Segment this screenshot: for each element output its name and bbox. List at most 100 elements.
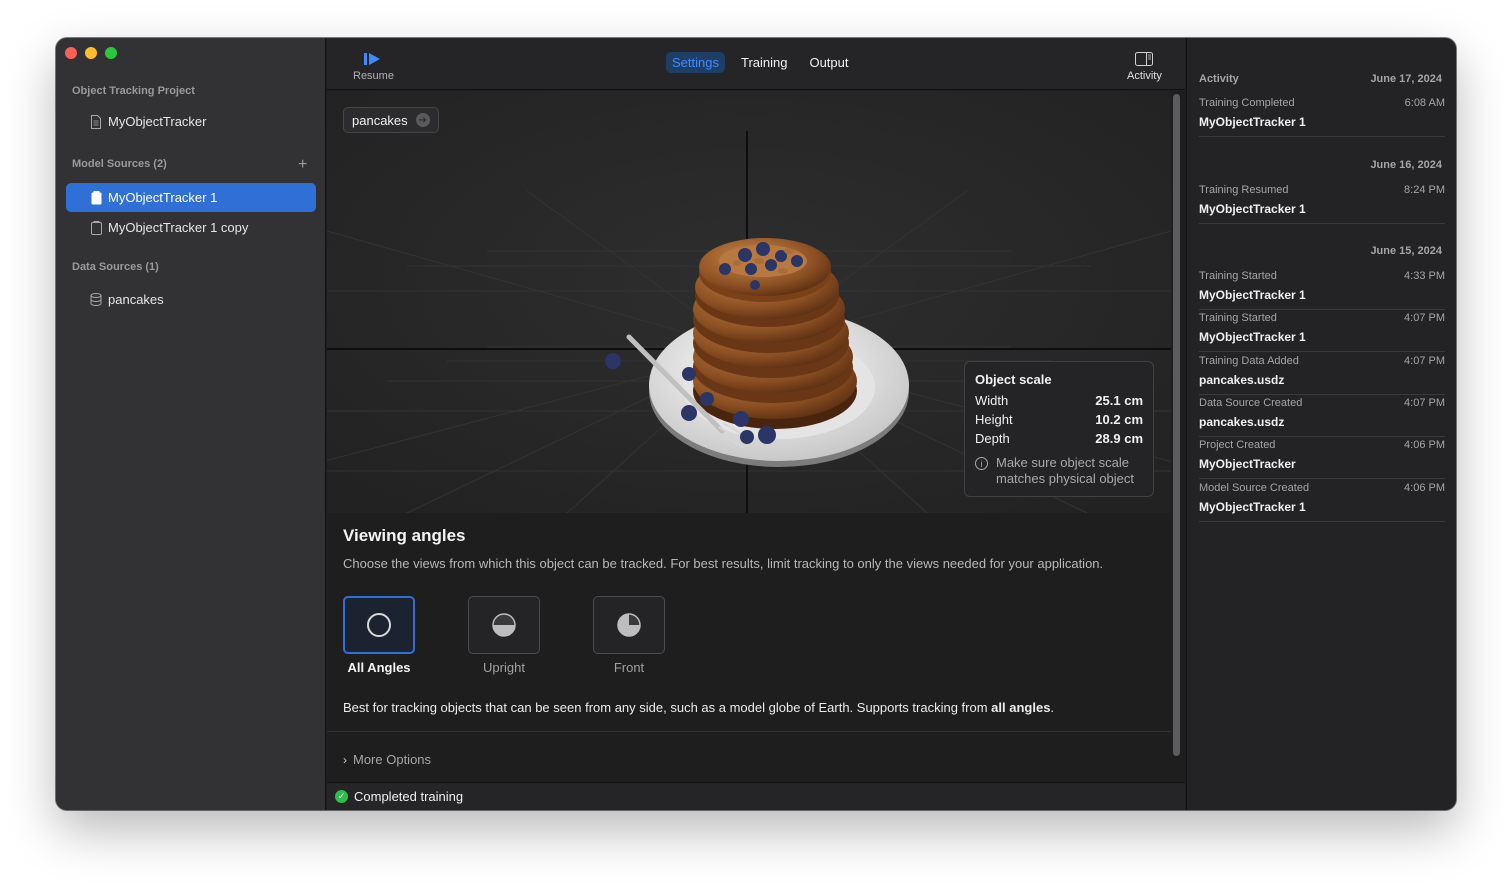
- viewing-angles-section: Viewing angles Choose the views from whi…: [343, 526, 1163, 715]
- scale-label: Width: [975, 393, 1009, 408]
- scale-note: i Make sure object scale matches physica…: [975, 455, 1143, 487]
- tab-settings[interactable]: Settings: [666, 52, 725, 73]
- zoom-window-button[interactable]: [105, 47, 117, 59]
- activity-entry[interactable]: Training Started 4:33 PM MyObjectTracker…: [1199, 268, 1445, 310]
- object-scale-title: Object scale: [975, 372, 1052, 387]
- activity-item-name: MyObjectTracker 1: [1199, 202, 1306, 216]
- activity-entry[interactable]: Data Source Created 4:07 PM pancakes.usd…: [1199, 395, 1445, 437]
- model-viewport[interactable]: pancakes ➔ Object scale Width 25.1 cm He…: [327, 91, 1171, 513]
- quarter-circle-icon: [617, 613, 641, 637]
- add-model-source-button[interactable]: +: [298, 156, 307, 174]
- more-options-disclosure[interactable]: › More Options: [343, 752, 431, 767]
- activity-panel: Activity June 17, 2024 Training Complete…: [1186, 38, 1456, 810]
- main-pane: Resume Settings Training Output Activity: [327, 38, 1185, 810]
- angle-box: [593, 596, 665, 654]
- resume-label: Resume: [353, 70, 394, 82]
- activity-item-name: MyObjectTracker 1: [1199, 288, 1306, 302]
- segmented-tabs: Settings Training Output: [666, 52, 855, 73]
- object-scale-card: Object scale Width 25.1 cm Height 10.2 c…: [964, 361, 1154, 497]
- angle-option-label: Front: [613, 660, 645, 675]
- database-icon: [88, 293, 104, 306]
- chevron-right-icon: ›: [343, 752, 347, 767]
- activity-time: 4:07 PM: [1404, 312, 1445, 324]
- angle-option-front[interactable]: Front: [593, 596, 665, 675]
- app-window: Object Tracking Project MyObjectTracker …: [56, 38, 1456, 810]
- sidebar-item-label: MyObjectTracker 1: [108, 190, 218, 205]
- data-source-chip[interactable]: pancakes ➔: [343, 107, 439, 133]
- checkmark-icon: ✓: [335, 790, 348, 803]
- scale-row-depth: Depth 28.9 cm: [975, 431, 1143, 450]
- more-options-label: More Options: [353, 752, 432, 767]
- tab-training[interactable]: Training: [735, 52, 793, 73]
- project-section-header: Object Tracking Project: [72, 85, 195, 97]
- sidebar-item-label: MyObjectTracker 1 copy: [108, 220, 249, 235]
- angle-note-bold: all angles: [991, 700, 1051, 715]
- scale-note-text: Make sure object scale matches physical …: [996, 455, 1135, 486]
- model-icon: [88, 220, 104, 235]
- activity-time: 4:07 PM: [1404, 355, 1445, 367]
- sidebar-item-project[interactable]: MyObjectTracker: [66, 107, 316, 136]
- angle-option-all[interactable]: All Angles: [343, 596, 415, 675]
- scale-label: Height: [975, 412, 1013, 427]
- divider: [327, 731, 1171, 732]
- model-icon: [88, 190, 104, 205]
- activity-item-name: MyObjectTracker 1: [1199, 330, 1306, 344]
- angle-option-label: All Angles: [347, 660, 411, 675]
- arrow-circle-icon[interactable]: ➔: [415, 113, 430, 127]
- scale-row-width: Width 25.1 cm: [975, 393, 1143, 412]
- activity-entry[interactable]: Training Resumed 8:24 PM MyObjectTracker…: [1199, 182, 1445, 224]
- activity-item-name: MyObjectTracker 1: [1199, 115, 1306, 129]
- sidebar-item-model-1[interactable]: MyObjectTracker 1: [66, 183, 316, 212]
- scale-value: 25.1 cm: [1095, 393, 1143, 408]
- viewing-angles-description: Choose the views from which this object …: [343, 556, 1104, 571]
- activity-toggle-button[interactable]: Activity: [1127, 48, 1162, 82]
- window-controls: [65, 47, 117, 59]
- activity-entry[interactable]: Model Source Created 4:06 PM MyObjectTra…: [1199, 480, 1445, 522]
- resume-icon: [363, 48, 383, 70]
- sidebar-item-data-pancakes[interactable]: pancakes: [66, 285, 316, 314]
- scrollbar[interactable]: [1173, 94, 1180, 756]
- sidebar-item-label: pancakes: [108, 292, 164, 307]
- close-window-button[interactable]: [65, 47, 77, 59]
- activity-date: June 17, 2024: [1370, 73, 1442, 85]
- minimize-window-button[interactable]: [85, 47, 97, 59]
- chip-label: pancakes: [352, 112, 408, 128]
- scale-label: Depth: [975, 431, 1010, 446]
- angle-option-upright[interactable]: Upright: [468, 596, 540, 675]
- model-sources-header: Model Sources (2): [72, 158, 167, 170]
- activity-event: Training Data Added: [1199, 355, 1299, 367]
- scale-row-height: Height 10.2 cm: [975, 412, 1143, 431]
- status-text: Completed training: [354, 789, 464, 804]
- activity-time: 4:06 PM: [1404, 439, 1445, 451]
- half-circle-icon: [492, 613, 516, 637]
- angle-note-prefix: Best for tracking objects that can be se…: [343, 700, 992, 715]
- circle-outline-icon: [367, 613, 391, 637]
- activity-item-name: MyObjectTracker 1: [1199, 500, 1306, 514]
- resume-button[interactable]: Resume: [353, 48, 394, 82]
- document-icon: [88, 114, 104, 129]
- sidebar-right-icon: [1135, 48, 1154, 70]
- activity-header: Activity: [1199, 73, 1239, 85]
- info-icon: i: [975, 457, 988, 470]
- toolbar: Resume Settings Training Output Activity: [327, 38, 1185, 90]
- activity-entry[interactable]: Project Created 4:06 PM MyObjectTracker: [1199, 437, 1445, 479]
- activity-item-name: pancakes.usdz: [1199, 415, 1285, 429]
- activity-entry[interactable]: Training Completed 6:08 AM MyObjectTrack…: [1199, 95, 1445, 137]
- activity-date: June 16, 2024: [1370, 159, 1442, 171]
- angle-note: Best for tracking objects that can be se…: [343, 700, 1054, 715]
- angle-box: [343, 596, 415, 654]
- sidebar-item-label: MyObjectTracker: [108, 114, 207, 129]
- activity-event: Training Completed: [1199, 97, 1295, 109]
- status-bar: ✓ Completed training: [327, 782, 1185, 810]
- sidebar-item-model-copy[interactable]: MyObjectTracker 1 copy: [66, 213, 316, 242]
- activity-entry[interactable]: Training Started 4:07 PM MyObjectTracker…: [1199, 310, 1445, 352]
- activity-event: Training Resumed: [1199, 184, 1289, 196]
- activity-date: June 15, 2024: [1370, 245, 1442, 257]
- tab-output[interactable]: Output: [803, 52, 854, 73]
- angle-box: [468, 596, 540, 654]
- activity-label: Activity: [1127, 70, 1162, 82]
- activity-entry[interactable]: Training Data Added 4:07 PM pancakes.usd…: [1199, 353, 1445, 395]
- viewing-angles-title: Viewing angles: [343, 526, 466, 545]
- activity-item-name: pancakes.usdz: [1199, 373, 1285, 387]
- data-sources-header: Data Sources (1): [72, 261, 159, 273]
